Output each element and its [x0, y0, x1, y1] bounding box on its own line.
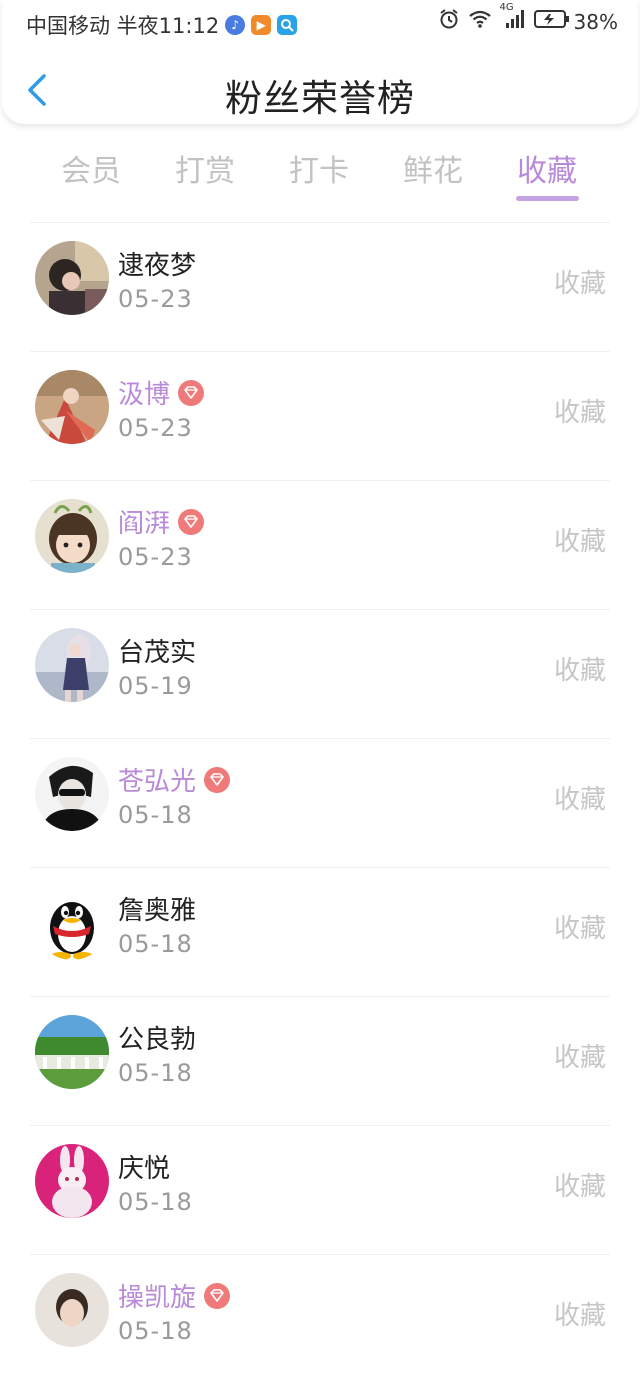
diamond-badge-icon — [204, 1282, 231, 1309]
name-line: 公良勃 — [118, 1019, 196, 1056]
search-app-icon — [277, 15, 298, 35]
fan-list: 逮夜梦 05-23 收藏 汲博 05-23 收藏 阎湃 05-23 收藏 台茂实… — [0, 222, 640, 1383]
user-name[interactable]: 阎湃 — [118, 503, 170, 540]
title-bar: 粉丝荣誉榜 — [2, 60, 638, 124]
list-item[interactable]: 詹奥雅 05-18 收藏 — [30, 867, 610, 996]
wifi-icon — [468, 9, 492, 34]
list-item[interactable]: 台茂实 05-19 收藏 — [30, 609, 610, 738]
music-app-icon: ♪ — [225, 15, 246, 35]
action-label: 收藏 — [553, 656, 606, 686]
user-name[interactable]: 台茂实 — [118, 632, 196, 669]
header-card: 中国移动 半夜11:12 ♪ ▶ 4G 38% 粉丝荣誉榜 — [2, 0, 638, 124]
list-item[interactable]: 公良勃 05-18 收藏 — [30, 996, 610, 1125]
status-left: 中国移动 半夜11:12 ♪ ▶ — [26, 10, 298, 40]
tab-active-indicator — [516, 196, 579, 201]
avatar[interactable] — [35, 628, 109, 702]
name-line: 逮夜梦 — [118, 245, 196, 282]
date: 05-18 — [118, 1059, 193, 1087]
name-line: 台茂实 — [118, 632, 196, 669]
action-label: 收藏 — [553, 398, 606, 428]
action-label: 收藏 — [553, 269, 606, 299]
action-label: 收藏 — [553, 914, 606, 944]
date: 05-19 — [118, 672, 193, 700]
list-item[interactable]: 阎湃 05-23 收藏 — [30, 480, 610, 609]
user-name[interactable]: 苍弘光 — [118, 761, 196, 798]
name-line: 操凯旋 — [118, 1277, 231, 1314]
diamond-badge-icon — [204, 766, 231, 793]
carrier-time: 中国移动 半夜11:12 — [26, 14, 220, 38]
action-label: 收藏 — [553, 1301, 606, 1331]
avatar[interactable] — [35, 241, 109, 315]
list-item[interactable]: 苍弘光 05-18 收藏 — [30, 738, 610, 867]
tab-bar: 会员 打赏 打卡 鲜花 收藏 — [0, 140, 640, 204]
name-line: 庆悦 — [118, 1148, 170, 1185]
avatar[interactable] — [35, 1144, 109, 1218]
date: 05-23 — [118, 543, 193, 571]
date: 05-18 — [118, 1317, 193, 1345]
name-line: 苍弘光 — [118, 761, 231, 798]
action-label: 收藏 — [553, 527, 606, 557]
tab-reward[interactable]: 打赏 — [145, 146, 265, 190]
diamond-badge-icon — [178, 379, 205, 406]
battery-icon — [533, 9, 570, 34]
user-name[interactable]: 庆悦 — [118, 1148, 170, 1185]
name-line: 詹奥雅 — [118, 890, 196, 927]
avatar[interactable] — [35, 370, 109, 444]
alarm-icon — [438, 8, 460, 35]
tab-checkin[interactable]: 打卡 — [259, 146, 379, 190]
battery-level: 38% — [573, 9, 618, 34]
user-name[interactable]: 逮夜梦 — [118, 245, 196, 282]
video-app-icon: ▶ — [251, 15, 272, 35]
avatar[interactable] — [35, 1015, 109, 1089]
date: 05-18 — [118, 1188, 193, 1216]
action-label: 收藏 — [553, 1043, 606, 1073]
user-name[interactable]: 汲博 — [118, 374, 170, 411]
tab-member[interactable]: 会员 — [31, 146, 151, 190]
name-line: 阎湃 — [118, 503, 205, 540]
diamond-badge-icon — [178, 508, 205, 535]
action-label: 收藏 — [553, 1172, 606, 1202]
avatar[interactable] — [35, 1273, 109, 1347]
date: 05-23 — [118, 285, 193, 313]
page-title: 粉丝荣誉榜 — [225, 77, 415, 120]
list-item[interactable]: 操凯旋 05-18 收藏 — [30, 1254, 610, 1383]
avatar[interactable] — [35, 886, 109, 960]
list-item[interactable]: 汲博 05-23 收藏 — [30, 351, 610, 480]
name-line: 汲博 — [118, 374, 205, 411]
action-label: 收藏 — [553, 785, 606, 815]
status-right: 4G 38% — [430, 2, 618, 35]
status-bar: 中国移动 半夜11:12 ♪ ▶ 4G 38% — [2, 0, 638, 44]
user-name[interactable]: 公良勃 — [118, 1019, 196, 1056]
tab-favorite[interactable]: 收藏 — [487, 146, 607, 190]
list-item[interactable]: 庆悦 05-18 收藏 — [30, 1125, 610, 1254]
date: 05-23 — [118, 414, 193, 442]
list-item[interactable]: 逮夜梦 05-23 收藏 — [30, 222, 610, 351]
avatar[interactable] — [35, 499, 109, 573]
user-name[interactable]: 操凯旋 — [118, 1277, 196, 1314]
date: 05-18 — [118, 801, 193, 829]
date: 05-18 — [118, 930, 193, 958]
avatar[interactable] — [35, 757, 109, 831]
tab-flower[interactable]: 鲜花 — [373, 146, 493, 190]
user-name[interactable]: 詹奥雅 — [118, 890, 196, 927]
network-type: 4G — [499, 2, 514, 13]
cellular-signal-icon: 4G — [500, 2, 526, 35]
